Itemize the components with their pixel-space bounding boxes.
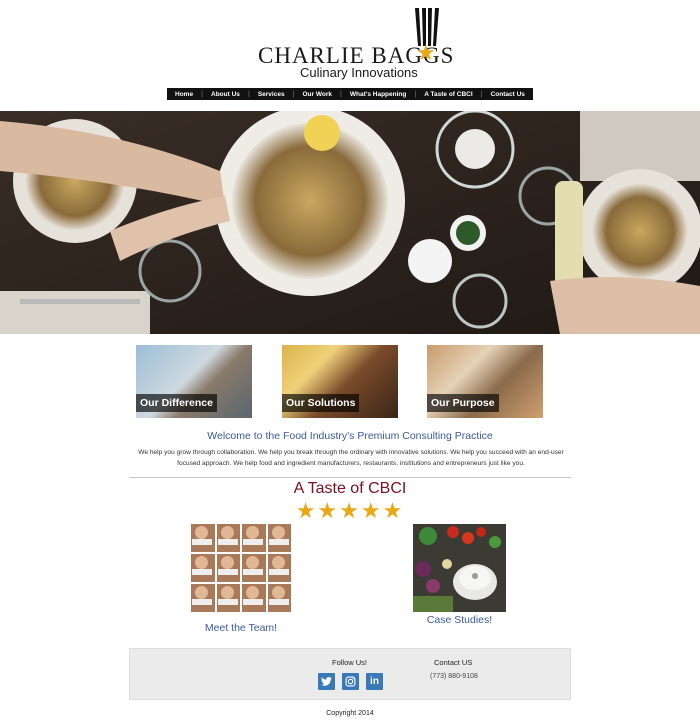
follow-us-label: Follow Us! xyxy=(332,658,368,667)
nav-separator: | xyxy=(480,90,483,98)
nav-separator: | xyxy=(247,90,250,98)
linkedin-icon[interactable]: in xyxy=(366,673,383,690)
nav-home[interactable]: Home xyxy=(175,91,193,98)
team-photo xyxy=(216,524,240,552)
nav-contact-us[interactable]: Contact Us xyxy=(491,91,525,98)
intro-text: We help you grow through collaboration. … xyxy=(138,449,564,467)
rating-stars-icon: ★★★★★ xyxy=(295,498,405,523)
tile-label: Our Difference xyxy=(136,394,217,412)
team-photo xyxy=(216,584,240,612)
team-photo xyxy=(242,584,266,612)
copyright: Copyright 2014 xyxy=(326,710,374,717)
main-nav: Home | About Us | Services | Our Work | … xyxy=(167,88,533,100)
nav-whats-happening[interactable]: What's Happening xyxy=(350,91,406,98)
contact-us-label: Contact US xyxy=(434,658,473,667)
nav-our-work[interactable]: Our Work xyxy=(302,91,332,98)
nav-separator: | xyxy=(201,90,203,98)
nav-separator: | xyxy=(292,90,295,98)
welcome-heading: Welcome to the Food Industry's Premium C… xyxy=(207,430,493,442)
tile-our-purpose[interactable]: Our Purpose xyxy=(427,345,543,418)
nav-separator: | xyxy=(414,90,417,98)
case-studies-link[interactable]: Case Studies! xyxy=(413,614,506,626)
hero-image xyxy=(0,111,700,334)
twitter-icon[interactable] xyxy=(318,673,335,690)
case-studies-image[interactable] xyxy=(413,524,506,612)
nav-services[interactable]: Services xyxy=(258,91,285,98)
tile-label: Our Solutions xyxy=(282,394,360,412)
tile-our-difference[interactable]: Our Difference xyxy=(136,345,252,418)
team-photo xyxy=(191,584,215,612)
nav-taste-of-cbci[interactable]: A Taste of CBCI xyxy=(424,91,472,98)
logo-star-icon: ★ xyxy=(416,40,436,65)
phone-number[interactable]: (773) 880-9108 xyxy=(430,673,478,680)
logo[interactable]: CHARLIE BAGGS ★ Culinary Innovations xyxy=(256,8,453,82)
nav-about-us[interactable]: About Us xyxy=(211,91,240,98)
team-photo xyxy=(267,524,291,552)
team-photo xyxy=(191,524,215,552)
logo-tagline: Culinary Innovations xyxy=(300,65,418,80)
footer: Follow Us! in Contact US (773) 880-9108 xyxy=(129,648,571,700)
meet-the-team-link[interactable]: Meet the Team! xyxy=(191,622,291,634)
team-photo xyxy=(267,554,291,582)
tile-label: Our Purpose xyxy=(427,394,499,412)
team-photo xyxy=(267,584,291,612)
team-photo xyxy=(242,554,266,582)
nav-separator: | xyxy=(340,90,342,98)
team-photo-grid[interactable] xyxy=(191,524,291,612)
team-photo xyxy=(242,524,266,552)
tile-our-solutions[interactable]: Our Solutions xyxy=(282,345,398,418)
team-photo xyxy=(216,554,240,582)
instagram-icon[interactable] xyxy=(342,673,359,690)
team-photo xyxy=(191,554,215,582)
taste-title: A Taste of CBCI xyxy=(293,480,407,497)
divider xyxy=(129,477,571,478)
